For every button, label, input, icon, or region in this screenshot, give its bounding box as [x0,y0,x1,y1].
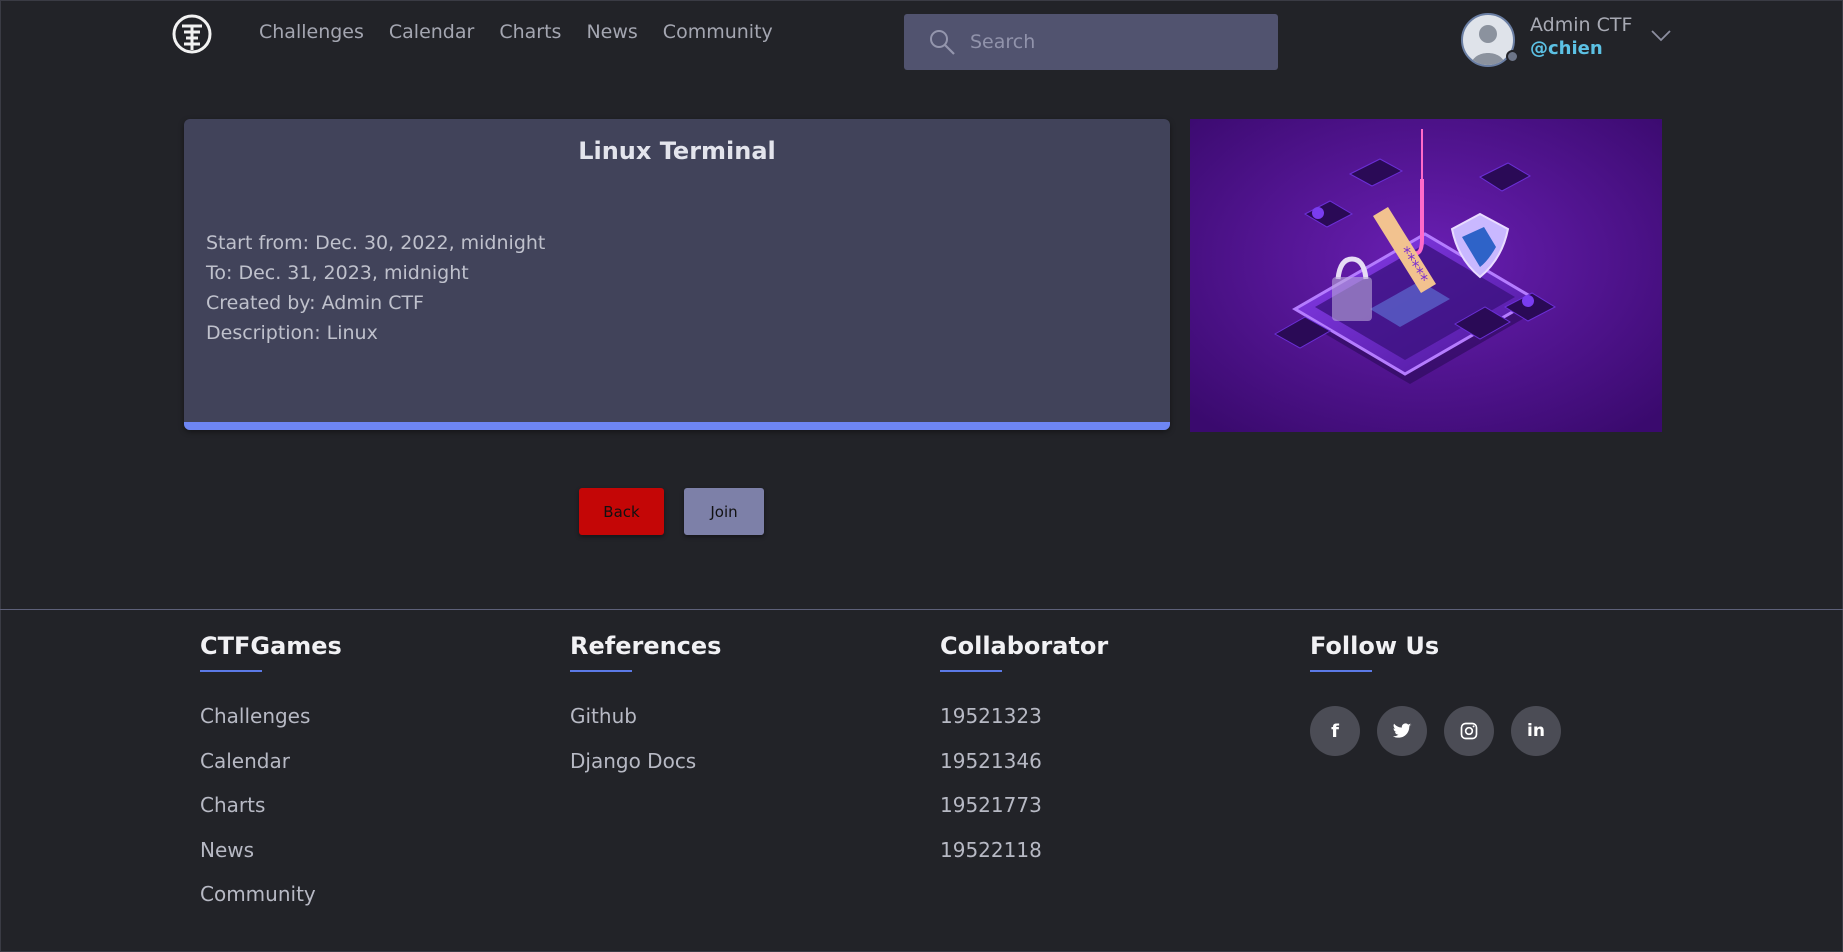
instagram-icon[interactable] [1444,706,1494,756]
footer-references-title: References [570,632,722,660]
nav-charts[interactable]: Charts [499,21,561,43]
join-button[interactable]: Join [684,488,764,535]
footer-follow-title: Follow Us [1310,632,1440,660]
footer-link-calendar[interactable]: Calendar [200,739,342,784]
main-nav: Challenges Calendar Charts News Communit… [259,21,773,43]
footer-link-django-docs[interactable]: Django Docs [570,739,721,784]
challenge-title: Linux Terminal [578,137,776,165]
footer-collaborator-title: Collaborator [940,632,1109,660]
challenge-end: To: Dec. 31, 2023, midnight [206,262,469,284]
footer-follow: Follow Us [1310,632,1439,672]
footer-link-news[interactable]: News [200,828,342,873]
footer-divider [0,609,1843,610]
footer-collaborator: Collaborator 19521323 19521346 19521773 … [940,632,1108,872]
user-handle: @chien [1530,38,1603,59]
heading-underline [200,670,262,672]
card-accent-bar [184,422,1170,430]
nav-community[interactable]: Community [663,21,773,43]
nav-calendar[interactable]: Calendar [389,21,474,43]
nav-news[interactable]: News [586,21,637,43]
chevron-down-icon[interactable] [1651,30,1671,42]
linkedin-icon[interactable]: in [1511,706,1561,756]
collaborator-id[interactable]: 19521773 [940,783,1108,828]
collaborator-id[interactable]: 19522118 [940,828,1108,873]
phishing-illustration: ***** [1190,119,1662,432]
challenge-details: Start from: Dec. 30, 2022, midnight To: … [206,228,545,348]
challenge-start: Start from: Dec. 30, 2022, midnight [206,232,546,254]
challenge-creator: Created by: Admin CTF [206,292,424,314]
footer-brand-title: CTFGames [200,632,342,660]
collaborator-id[interactable]: 19521323 [940,694,1108,739]
heading-underline [1310,670,1372,672]
footer-brand: CTFGames Challenges Calendar Charts News… [200,632,342,917]
challenge-description: Description: Linux [206,322,378,344]
search-icon [930,30,955,55]
challenge-card: Linux Terminal Start from: Dec. 30, 2022… [184,119,1170,430]
facebook-icon[interactable]: f [1310,706,1360,756]
search-placeholder: Search [970,31,1036,53]
status-dot [1506,50,1519,63]
back-button[interactable]: Back [579,488,664,535]
footer-link-challenges[interactable]: Challenges [200,694,342,739]
footer-link-charts[interactable]: Charts [200,783,342,828]
nav-challenges[interactable]: Challenges [259,21,364,43]
twitter-icon[interactable] [1377,706,1427,756]
search-input[interactable]: Search [904,14,1278,70]
heading-underline [570,670,632,672]
footer-link-community[interactable]: Community [200,872,342,917]
footer-references: References Github Django Docs [570,632,721,783]
collaborator-id[interactable]: 19521346 [940,739,1108,784]
heading-underline [940,670,1002,672]
logo-icon[interactable] [172,14,212,54]
footer-link-github[interactable]: Github [570,694,721,739]
user-name: Admin CTF [1530,14,1633,36]
